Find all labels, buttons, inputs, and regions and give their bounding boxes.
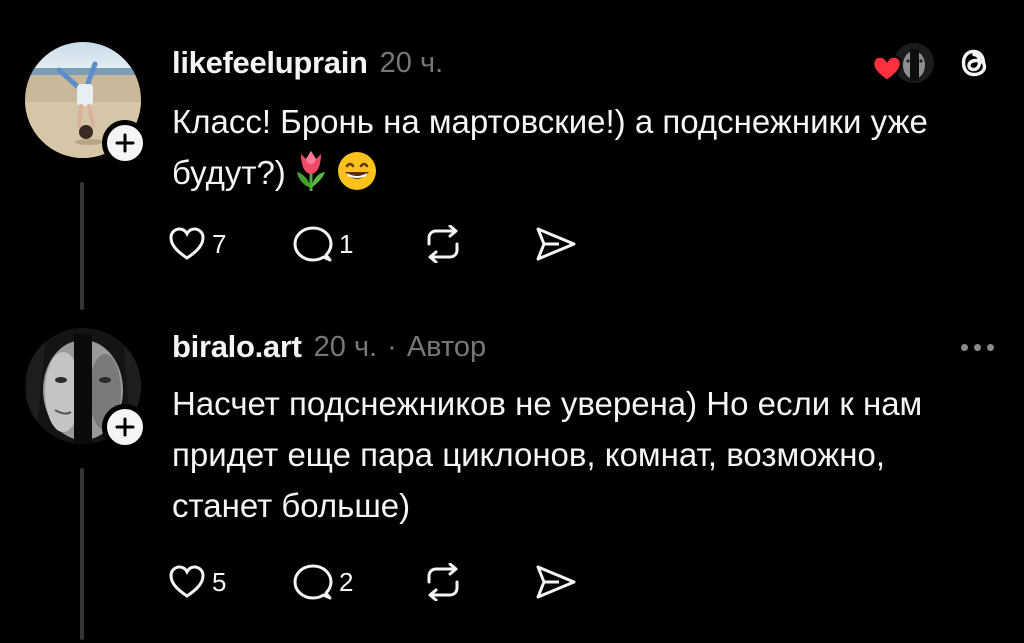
follow-button[interactable] <box>102 404 148 450</box>
follow-button[interactable] <box>102 120 148 166</box>
plus-icon <box>115 133 135 153</box>
share-button[interactable] <box>535 226 595 262</box>
comment-post: biralo.art 20 ч. · Автор Насчет подснежн… <box>0 318 1024 643</box>
post-text: Класс! Бронь на мартовские!) а подснежни… <box>172 96 984 206</box>
post-header: likefeeluprain 20 ч. <box>172 38 994 88</box>
more-dot <box>961 343 968 351</box>
threads-logo-icon[interactable] <box>956 43 994 83</box>
post-actions: 5 2 <box>168 556 595 608</box>
timestamp[interactable]: 20 ч. <box>314 331 377 364</box>
thread-line <box>80 468 84 640</box>
meta-separator: · <box>387 330 397 363</box>
timestamp[interactable]: 20 ч. <box>380 47 443 80</box>
heart-icon <box>169 227 205 260</box>
post-text: Насчет подснежников не уверена) Но если … <box>172 385 923 524</box>
more-dot <box>974 343 981 351</box>
like-count: 7 <box>212 228 227 259</box>
liked-by-author[interactable] <box>870 41 934 85</box>
more-dot <box>987 343 994 351</box>
heart-icon <box>169 565 205 598</box>
thread-line <box>80 182 84 310</box>
header-actions <box>961 322 994 372</box>
grinning-face-emoji <box>336 150 378 206</box>
post-text-content: Класс! Бронь на мартовские!) а подснежни… <box>172 103 928 191</box>
share-icon <box>536 227 576 261</box>
comment-post: likefeeluprain 20 ч. Класс! Бронь на мар… <box>0 0 1024 315</box>
reply-count: 1 <box>339 228 354 259</box>
username[interactable]: biralo.art <box>172 329 302 365</box>
tulip-emoji <box>292 148 330 206</box>
share-icon <box>536 565 576 599</box>
heart-icon <box>872 55 902 83</box>
header-actions <box>870 38 994 88</box>
repost-icon <box>427 563 459 601</box>
post-header: biralo.art 20 ч. · Автор <box>172 322 994 372</box>
repost-button[interactable] <box>423 563 535 601</box>
like-count: 5 <box>212 566 227 597</box>
reply-icon <box>293 226 333 262</box>
more-icon[interactable] <box>961 338 994 357</box>
share-button[interactable] <box>535 564 595 600</box>
reply-button[interactable]: 1 <box>293 225 423 263</box>
username[interactable]: likefeeluprain <box>172 45 368 81</box>
like-button[interactable]: 7 <box>168 226 293 262</box>
author-label: Автор <box>406 330 487 363</box>
reply-count: 2 <box>339 566 354 597</box>
post-actions: 7 1 <box>168 218 595 270</box>
repost-button[interactable] <box>423 225 535 263</box>
plus-icon <box>115 417 135 437</box>
reply-icon <box>293 564 333 600</box>
reply-button[interactable]: 2 <box>293 563 423 601</box>
like-button[interactable]: 5 <box>168 564 293 600</box>
repost-icon <box>427 225 459 263</box>
